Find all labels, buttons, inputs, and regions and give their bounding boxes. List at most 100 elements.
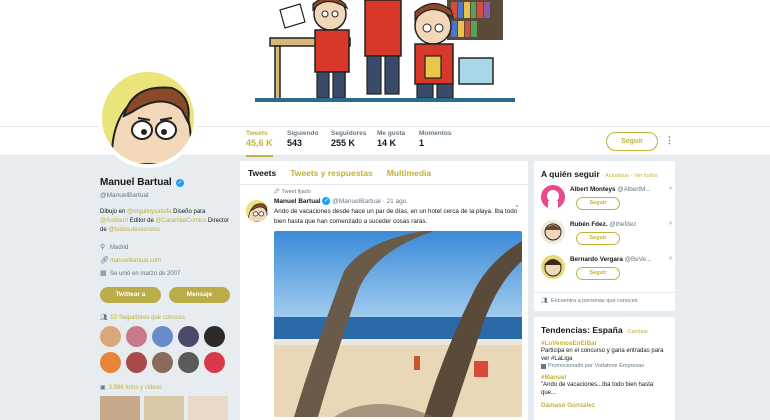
stat-value: 45,6 K: [246, 138, 273, 148]
photos-videos-link[interactable]: ▣ 3.986 fotos y videos: [100, 384, 230, 392]
follower-avatar[interactable]: [126, 326, 147, 347]
pinned-label: 📌︎ Tweet fijado: [273, 189, 520, 195]
bio-link[interactable]: @orgulloysatisfa: [127, 209, 171, 215]
trend-tag[interactable]: #LoVemosEnElBar: [541, 340, 668, 347]
suggestion-name[interactable]: Rubén Fdez.: [570, 221, 607, 228]
suggestion-avatar-illustration: [541, 255, 565, 279]
stat-label: Me gusta: [377, 130, 406, 137]
stat-label: Siguiendo: [287, 130, 319, 137]
suggestion-handle[interactable]: @thefdez: [609, 221, 636, 228]
profile-name[interactable]: Manuel Bartual: [100, 177, 172, 188]
tab-tweets[interactable]: Tweets: [248, 168, 276, 178]
suggestion-item: Rubén Fdez. @thefdez ✕ Seguir: [541, 220, 673, 252]
close-icon[interactable]: ✕: [668, 255, 673, 262]
suggestion-follow-button[interactable]: Seguir: [576, 267, 620, 280]
photo-thumbnail[interactable]: [100, 396, 140, 420]
close-icon[interactable]: ✕: [668, 220, 673, 227]
follower-avatar[interactable]: [178, 326, 199, 347]
follower-avatar[interactable]: [126, 352, 147, 373]
followers-you-know-grid: [100, 326, 230, 373]
follower-avatar[interactable]: [178, 352, 199, 373]
stat-value: 14 K: [377, 138, 397, 148]
follower-avatar[interactable]: [152, 326, 173, 347]
chevron-down-icon[interactable]: ⌄: [514, 201, 520, 209]
website-link[interactable]: manuelbartual.com: [110, 258, 161, 264]
follow-button[interactable]: Seguir: [606, 132, 658, 151]
tab-tweets-replies[interactable]: Tweets y respuestas: [290, 168, 373, 178]
stat-likes[interactable]: Me gusta 14 K: [377, 130, 405, 148]
suggestion-name[interactable]: Bernardo Vergara: [570, 256, 623, 263]
avatar[interactable]: [98, 68, 198, 168]
people-icon: 👥︎: [100, 315, 108, 321]
suggestion-follow-button[interactable]: Seguir: [576, 197, 620, 210]
trend-item[interactable]: #LoVemosEnElBar Participa en el concurso…: [541, 340, 668, 369]
follower-avatar[interactable]: [100, 326, 121, 347]
photo-thumbnail[interactable]: [144, 396, 184, 420]
suggestion-avatar-illustration: [541, 185, 565, 209]
who-to-follow-sub: · Actualizar · Ver todos: [602, 173, 657, 179]
tweet-to-button[interactable]: Twittear a: [100, 287, 161, 303]
profile-handle[interactable]: @ManuelBartual: [100, 192, 230, 199]
stat-tweets[interactable]: Tweets 45,6 K: [246, 130, 273, 157]
view-all-link[interactable]: Ver todos: [634, 173, 657, 179]
beach-photo: [274, 231, 522, 417]
link-icon: 🔗︎: [100, 257, 109, 264]
trends-header: Tendencias: España · Cambiar: [541, 325, 668, 335]
suggestion-name-row: Bernardo Vergara @BeVe...: [570, 256, 651, 263]
trend-tag[interactable]: #Manuel: [541, 374, 668, 381]
bio-link[interactable]: @todosutesecretos: [108, 227, 160, 233]
tweet-author-name[interactable]: Manuel Bartual: [274, 198, 321, 205]
tab-media[interactable]: Multimedia: [387, 168, 431, 178]
more-vertical-icon[interactable]: ⋮: [665, 135, 674, 146]
photos-videos-label: 3.986 fotos y videos: [108, 384, 163, 391]
followers-you-know-link[interactable]: 👥︎ 52 Seguidores que conoces: [100, 314, 230, 322]
profile-location: ⚲ Madrid: [100, 244, 230, 251]
stat-label: Momentos: [419, 130, 452, 137]
refresh-link[interactable]: Actualizar: [605, 173, 629, 179]
stat-label: Tweets: [246, 130, 268, 137]
suggestion-handle[interactable]: @BeVe...: [625, 256, 652, 263]
image-icon: ▣: [100, 385, 106, 391]
who-to-follow-card: A quién seguir · Actualizar · Ver todos …: [534, 161, 675, 311]
banner-illustration: [255, 0, 515, 102]
follower-avatar[interactable]: [204, 352, 225, 373]
follower-avatar[interactable]: [152, 352, 173, 373]
bio-link[interactable]: @CarambaComics: [155, 218, 206, 224]
trend-description: Participa en el concurso y gana entradas…: [541, 348, 664, 362]
stat-following[interactable]: Siguiendo 543: [287, 130, 318, 148]
change-link[interactable]: · Cambiar: [623, 329, 648, 335]
suggestion-follow-button[interactable]: Seguir: [576, 232, 620, 245]
tweet-media-image[interactable]: [274, 231, 522, 417]
tweet-handle-time[interactable]: @ManuelBartual · 21 ago.: [332, 198, 408, 205]
photo-thumbnail[interactable]: [188, 396, 228, 420]
pinned-tweet[interactable]: 📌︎ Tweet fijado Manuel Bartual ✓ @Manuel…: [240, 185, 528, 417]
bio-link[interactable]: @Astiberri: [100, 218, 128, 224]
trend-description: "Ando de vacaciones...Iba todo bien hast…: [541, 382, 654, 396]
follower-avatar[interactable]: [204, 326, 225, 347]
tweet-avatar[interactable]: [246, 200, 268, 222]
bio-text: Dibujo en: [100, 209, 128, 215]
stat-value: 543: [287, 138, 303, 148]
suggestion-name[interactable]: Albert Monteys: [570, 186, 615, 193]
follower-avatar[interactable]: [100, 352, 121, 373]
close-icon[interactable]: ✕: [668, 185, 673, 192]
trend-item[interactable]: #Manuel "Ando de vacaciones...Iba todo b…: [541, 374, 668, 397]
message-button[interactable]: Mensaje: [169, 287, 230, 303]
bio-text: Editor de: [128, 218, 156, 224]
trends-title: Tendencias: España: [541, 325, 623, 335]
suggestion-avatar[interactable]: [541, 255, 565, 279]
verified-badge-icon: ✓: [176, 179, 185, 187]
suggestion-avatar[interactable]: [541, 185, 565, 209]
suggestion-name-row: Albert Monteys @AlbertM...: [570, 186, 651, 193]
tweet-header: Manuel Bartual ✓ @ManuelBartual · 21 ago…: [274, 197, 520, 205]
profile-website: 🔗︎ manuelbartual.com: [100, 257, 230, 264]
location-text: Madrid: [110, 244, 129, 251]
find-people-link[interactable]: 👥︎ Encuentra a personas que conoces: [534, 292, 675, 309]
trend-item[interactable]: Dámaso González: [541, 402, 668, 409]
suggestion-handle[interactable]: @AlbertM...: [617, 186, 650, 193]
suggestion-avatar[interactable]: [541, 220, 565, 244]
tweet-text: Ando de vacaciones desde hace un par de …: [274, 208, 518, 225]
stat-moments[interactable]: Momentos 1: [419, 130, 452, 148]
trend-tag[interactable]: Dámaso González: [541, 402, 668, 409]
stat-followers[interactable]: Seguidores 255 K: [331, 130, 366, 148]
